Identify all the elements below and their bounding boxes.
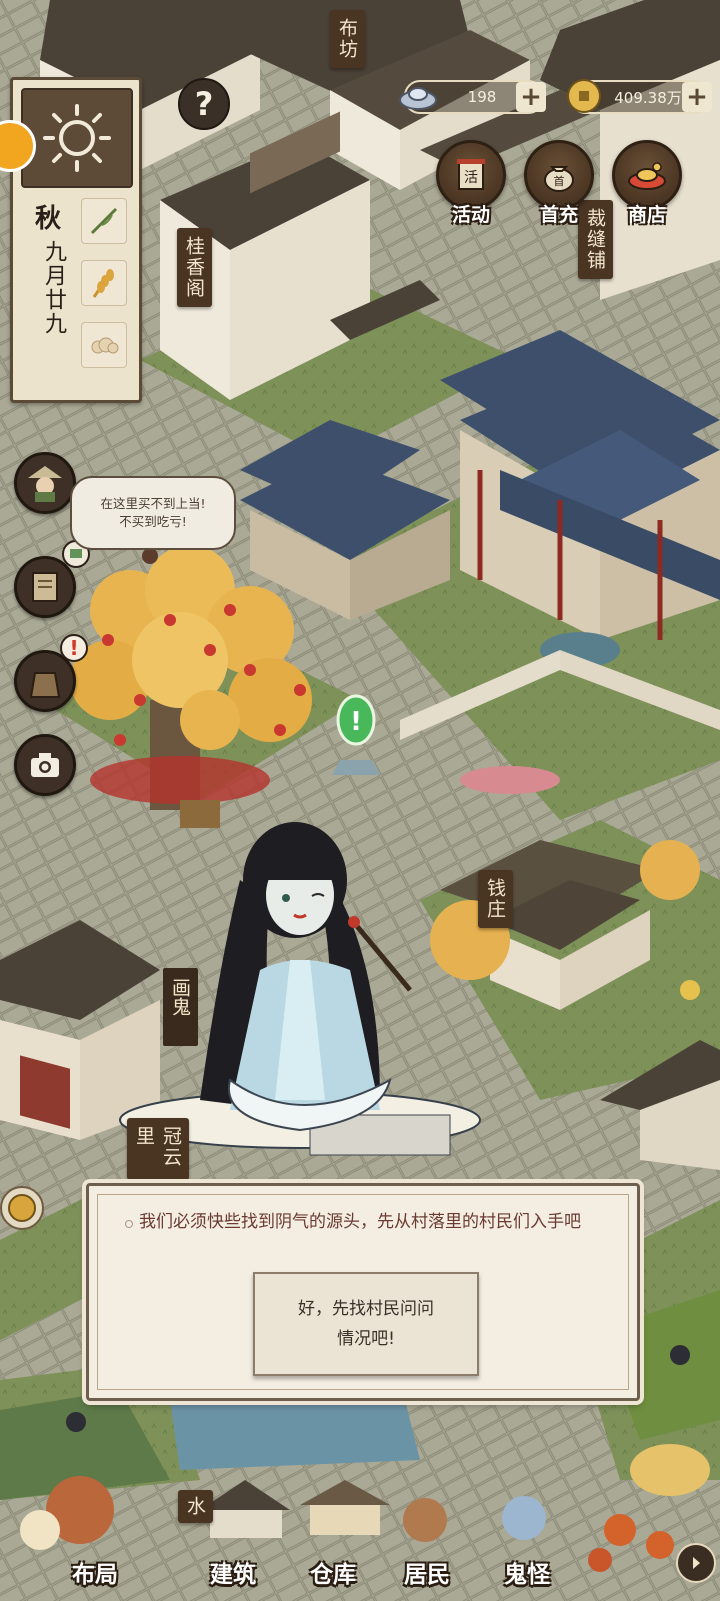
ingot-icon: [399, 87, 437, 110]
first-recharge-label: 首充: [539, 204, 578, 226]
weather-display: [21, 88, 133, 188]
svg-text:!: !: [350, 707, 362, 737]
shop-button-label: 商店: [627, 204, 666, 226]
camera-button[interactable]: [14, 734, 76, 796]
bottom-nav: 布局 建筑 仓库 居民 鬼怪: [0, 1461, 720, 1601]
nav-residents-label: 居民: [404, 1562, 450, 1588]
building-label-guixiangge[interactable]: 桂香阁: [177, 228, 212, 307]
choice-line-2: 情况吧!: [337, 1329, 395, 1349]
wheat-icon: [81, 260, 127, 306]
add-ingot-button[interactable]: +: [516, 82, 546, 112]
date-label: 九月廿九: [41, 240, 66, 336]
chevron-right-icon: [693, 1557, 700, 1569]
building-label-qianzhuang[interactable]: 钱庄: [478, 870, 513, 928]
villager-avatar-button[interactable]: [14, 452, 76, 514]
svg-text:首: 首: [554, 174, 565, 188]
speech-line-1: 在这里买不到上当!: [100, 496, 206, 511]
dialog-choice-button[interactable]: 好，先找村民问问 情况吧!: [253, 1272, 479, 1376]
notice-button[interactable]: !: [14, 634, 88, 712]
calendar-panel[interactable]: 秋 九月廿九: [10, 77, 142, 403]
help-button[interactable]: ?: [178, 78, 230, 130]
story-dialog[interactable]: 我们必须快些找到阴气的源头，先从村落里的村民们入手吧 好，先找村民问问 情况吧!: [86, 1183, 640, 1401]
question-icon: ?: [194, 85, 214, 123]
alert-icon: !: [60, 634, 88, 662]
villager-icon: [28, 466, 62, 502]
herb-icon: [81, 198, 127, 244]
cloud-icon: [81, 322, 127, 368]
shop-button[interactable]: 商店: [608, 140, 686, 227]
speech-line-2: 不买到吃亏!: [119, 514, 187, 529]
event-button-label: 活动: [451, 204, 490, 226]
nav-layout-label: 布局: [72, 1562, 118, 1588]
scroll-icon: 活: [457, 159, 485, 190]
nav-layout[interactable]: 布局: [50, 1555, 140, 1589]
sun-icon: [43, 104, 111, 172]
npc-name-tag: 画鬼: [163, 968, 198, 1046]
building-label-guanyun[interactable]: 冠云里: [127, 1118, 189, 1180]
villager-speech-bubble: 在这里买不到上当! 不买到吃亏!: [70, 476, 236, 550]
dialog-text: 我们必须快些找到阴气的源头，先从村落里的村民们入手吧: [139, 1212, 581, 1232]
nav-warehouse-label: 仓库: [310, 1562, 356, 1588]
camera-icon: [31, 753, 59, 777]
nav-buildings-label: 建筑: [210, 1562, 256, 1588]
svg-text:活: 活: [464, 170, 478, 186]
nav-ghosts-label: 鬼怪: [504, 1562, 550, 1588]
coin-icon: [567, 79, 601, 113]
nav-ghosts[interactable]: 鬼怪: [482, 1555, 572, 1589]
svg-text:!: !: [69, 636, 78, 660]
treasure-icon: [628, 162, 666, 190]
first-recharge-button[interactable]: 首 首充: [520, 140, 598, 227]
season-label: 秋: [35, 204, 62, 234]
coin-counter[interactable]: 409.38万 +: [567, 79, 712, 114]
dialog-bullet: [125, 1220, 133, 1228]
ingot-counter[interactable]: 198 +: [399, 80, 546, 114]
money-bag-icon: 首: [544, 166, 574, 192]
nav-residents[interactable]: 居民: [382, 1555, 472, 1589]
task-book-button[interactable]: [14, 540, 90, 618]
nav-warehouse[interactable]: 仓库: [288, 1555, 378, 1589]
choice-line-1: 好，先找村民问问: [298, 1299, 434, 1319]
coin-pickup-icon[interactable]: [0, 1186, 44, 1230]
add-coin-button[interactable]: +: [682, 82, 712, 112]
nav-buildings[interactable]: 建筑: [188, 1555, 278, 1589]
expand-menu-button[interactable]: [676, 1543, 716, 1583]
book-icon: [32, 572, 58, 602]
building-label-bufang[interactable]: 布坊: [330, 10, 365, 68]
event-button[interactable]: 活 活动: [432, 140, 510, 227]
bag-icon: [29, 672, 61, 698]
